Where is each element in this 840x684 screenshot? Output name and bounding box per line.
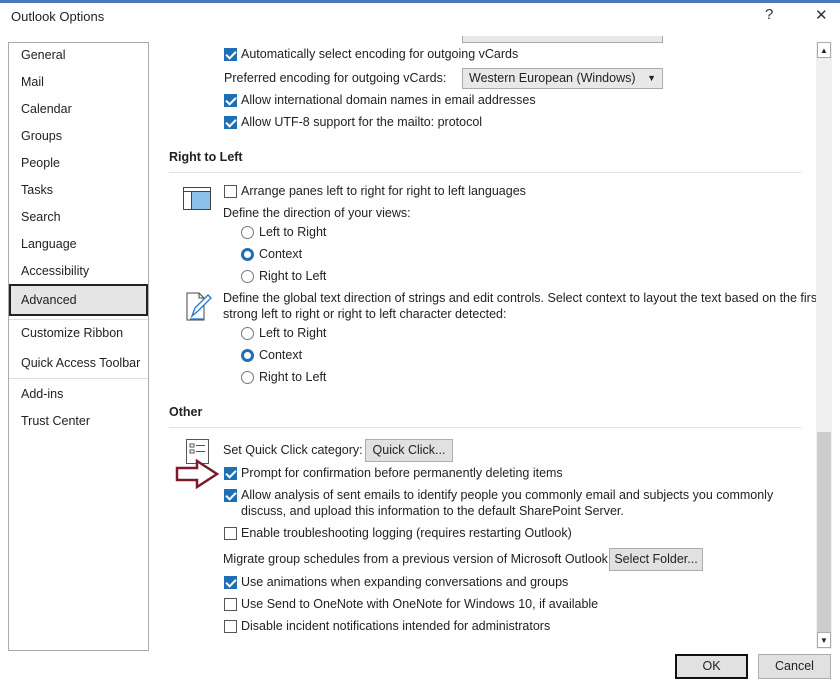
global-context-radio[interactable]: [241, 349, 254, 362]
sidebar-item-trust-center[interactable]: Trust Center: [9, 410, 148, 432]
window-top-edge: [0, 0, 840, 3]
onenote-checkbox[interactable]: [224, 598, 237, 611]
section-header-right-to-left: Right to Left: [169, 150, 243, 164]
global-left-to-right-radio[interactable]: [241, 327, 254, 340]
quick-click-button[interactable]: Quick Click...: [365, 439, 453, 462]
migrate-label: Migrate group schedules from a previous …: [223, 552, 612, 566]
preferred-encoding-dropdown[interactable]: Western European (Windows) ▼: [462, 68, 663, 89]
incident-notifications-label: Disable incident notifications intended …: [241, 619, 551, 633]
onenote-label: Use Send to OneNote with OneNote for Win…: [241, 597, 599, 611]
sidebar-item-tasks[interactable]: Tasks: [9, 179, 148, 201]
sidebar-item-groups[interactable]: Groups: [9, 125, 148, 147]
section-header-other: Other: [169, 405, 203, 419]
animations-label: Use animations when expanding conversati…: [241, 575, 569, 589]
global-direction-label-line2: strong left to right or right to left ch…: [223, 307, 507, 321]
dialog-title: Outlook Options: [11, 9, 105, 24]
views-right-to-left-label: Right to Left: [259, 269, 327, 283]
sidebar: General Mail Calendar Groups People Task…: [8, 42, 149, 651]
prompt-delete-checkbox[interactable]: [224, 467, 237, 480]
sidebar-item-quick-access-toolbar[interactable]: Quick Access Toolbar: [9, 352, 148, 374]
scrollbar-thumb[interactable]: [817, 432, 831, 632]
sidebar-item-people[interactable]: People: [9, 152, 148, 174]
divider: [9, 319, 148, 320]
arrow-right-annotation-icon: [175, 459, 220, 489]
divider: [169, 427, 801, 428]
quick-click-label: Set Quick Click category:: [223, 443, 363, 457]
views-right-to-left-radio[interactable]: [241, 270, 254, 283]
global-left-to-right-label: Left to Right: [259, 326, 327, 340]
scroll-down-arrow-icon[interactable]: ▼: [817, 632, 831, 648]
views-context-label: Context: [259, 247, 303, 261]
views-direction-label: Define the direction of your views:: [223, 206, 411, 220]
close-button[interactable]: ✕: [815, 6, 828, 24]
allow-analysis-label-line2: discuss, and upload this information to …: [241, 504, 624, 518]
allow-analysis-checkbox[interactable]: [224, 489, 237, 502]
sidebar-item-calendar[interactable]: Calendar: [9, 98, 148, 120]
auto-encoding-label: Automatically select encoding for outgoi…: [241, 47, 519, 61]
arrange-panes-label: Arrange panes left to right for right to…: [241, 184, 526, 198]
sidebar-item-mail[interactable]: Mail: [9, 71, 148, 93]
help-button[interactable]: ?: [765, 6, 773, 23]
global-right-to-left-radio[interactable]: [241, 371, 254, 384]
troubleshooting-logging-label: Enable troubleshooting logging (requires…: [241, 526, 572, 540]
sidebar-item-language[interactable]: Language: [9, 233, 148, 255]
cancel-button[interactable]: Cancel: [758, 654, 831, 679]
utf8-checkbox[interactable]: [224, 116, 237, 129]
sidebar-item-general[interactable]: General: [9, 44, 148, 66]
sidebar-item-accessibility[interactable]: Accessibility: [9, 260, 148, 282]
panes-layout-icon: [183, 187, 211, 210]
intl-domain-checkbox[interactable]: [224, 94, 237, 107]
select-folder-button[interactable]: Select Folder...: [609, 548, 703, 571]
preferred-encoding-label: Preferred encoding for outgoing vCards:: [224, 71, 447, 85]
sidebar-item-search[interactable]: Search: [9, 206, 148, 228]
auto-encoding-checkbox[interactable]: [224, 48, 237, 61]
cut-off-dropdown: [462, 36, 663, 43]
edit-document-icon: [186, 292, 212, 321]
sidebar-item-customize-ribbon[interactable]: Customize Ribbon: [9, 322, 148, 344]
intl-domain-label: Allow international domain names in emai…: [241, 93, 536, 107]
divider: [9, 378, 148, 379]
views-left-to-right-label: Left to Right: [259, 225, 327, 239]
chevron-down-icon: ▼: [647, 73, 656, 83]
sidebar-item-add-ins[interactable]: Add-ins: [9, 383, 148, 405]
sidebar-item-advanced[interactable]: Advanced: [9, 284, 148, 316]
global-right-to-left-label: Right to Left: [259, 370, 327, 384]
views-left-to-right-radio[interactable]: [241, 226, 254, 239]
scrollbar[interactable]: ▲ ▼: [816, 42, 832, 649]
troubleshooting-logging-checkbox[interactable]: [224, 527, 237, 540]
incident-notifications-checkbox[interactable]: [224, 620, 237, 633]
animations-checkbox[interactable]: [224, 576, 237, 589]
ok-button[interactable]: OK: [675, 654, 748, 679]
dropdown-value: Western European (Windows): [469, 71, 636, 85]
divider: [169, 172, 801, 173]
prompt-delete-label: Prompt for confirmation before permanent…: [241, 466, 563, 480]
scroll-up-arrow-icon[interactable]: ▲: [817, 42, 831, 58]
arrange-panes-checkbox[interactable]: [224, 185, 237, 198]
views-context-radio[interactable]: [241, 248, 254, 261]
global-context-label: Context: [259, 348, 303, 362]
utf8-label: Allow UTF-8 support for the mailto: prot…: [241, 115, 483, 129]
